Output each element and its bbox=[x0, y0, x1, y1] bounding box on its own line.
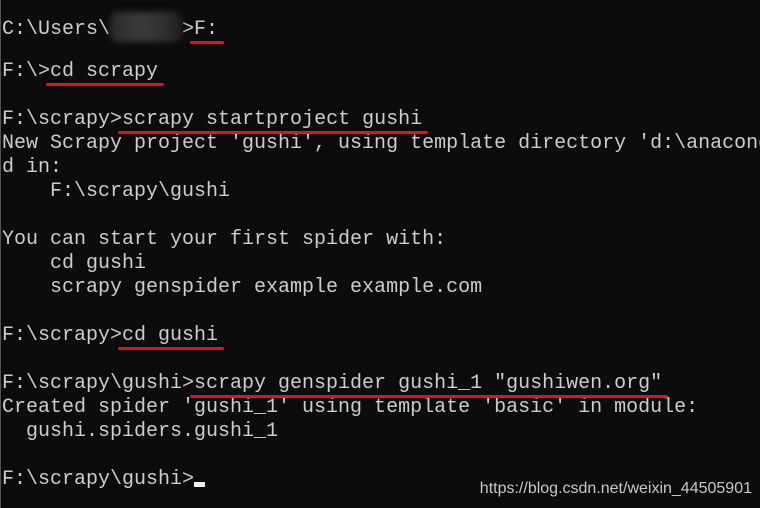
output-text: d in: bbox=[2, 156, 63, 179]
terminal-line: New Scrapy project 'gushi', using templa… bbox=[2, 132, 760, 156]
terminal-line: scrapy genspider example example.com bbox=[2, 276, 760, 300]
prompt-end: > bbox=[182, 18, 195, 41]
command-text: F: bbox=[194, 18, 219, 41]
terminal-line: F:\scrapy\gushi bbox=[2, 180, 760, 204]
terminal-line: gushi.spiders.gushi_1 bbox=[2, 420, 760, 444]
terminal-line: F:\scrapy\gushi>scrapy genspider gushi_1… bbox=[2, 372, 760, 396]
output-text: gushi.spiders.gushi_1 bbox=[2, 420, 279, 443]
output-text: Created spider 'gushi_1' using template … bbox=[2, 396, 699, 419]
terminal-line: You can start your first spider with: bbox=[2, 228, 760, 252]
terminal-output[interactable]: C:\Users\ >F: F:\>cd scrapy F:\scrapy>scrap… bbox=[2, 12, 760, 492]
command-text: scrapy genspider gushi_1 "gushiwen.org" bbox=[194, 372, 663, 395]
terminal-line: d in: bbox=[2, 156, 760, 180]
terminal-line: F:\scrapy>cd gushi bbox=[2, 324, 760, 348]
text-cursor bbox=[194, 482, 206, 487]
prompt: C:\Users\ bbox=[2, 18, 111, 41]
terminal-line: cd gushi bbox=[2, 252, 760, 276]
output-text: cd gushi bbox=[2, 252, 147, 275]
redacted-username bbox=[110, 12, 183, 42]
window-edge bbox=[0, 0, 1, 508]
output-text: New Scrapy project 'gushi', using templa… bbox=[2, 132, 760, 155]
command-text: scrapy startproject gushi bbox=[122, 108, 423, 131]
output-text: You can start your first spider with: bbox=[2, 228, 447, 251]
terminal-line: Created spider 'gushi_1' using template … bbox=[2, 396, 760, 420]
prompt: F:\scrapy\gushi> bbox=[2, 468, 195, 491]
terminal-line: F:\scrapy>scrapy startproject gushi bbox=[2, 108, 760, 132]
watermark: https://blog.csdn.net/weixin_44505901 bbox=[479, 480, 752, 497]
command-text: cd gushi bbox=[122, 324, 219, 347]
prompt: F:\scrapy> bbox=[2, 108, 123, 131]
prompt: F:\> bbox=[2, 60, 51, 83]
command-text: cd scrapy bbox=[50, 60, 159, 83]
output-text: F:\scrapy\gushi bbox=[2, 180, 231, 203]
prompt: F:\scrapy\gushi> bbox=[2, 372, 195, 395]
prompt: F:\scrapy> bbox=[2, 324, 123, 347]
terminal-line: F:\>cd scrapy bbox=[2, 60, 760, 84]
terminal-line: C:\Users\ >F: bbox=[2, 12, 760, 42]
output-text: scrapy genspider example example.com bbox=[2, 276, 483, 299]
